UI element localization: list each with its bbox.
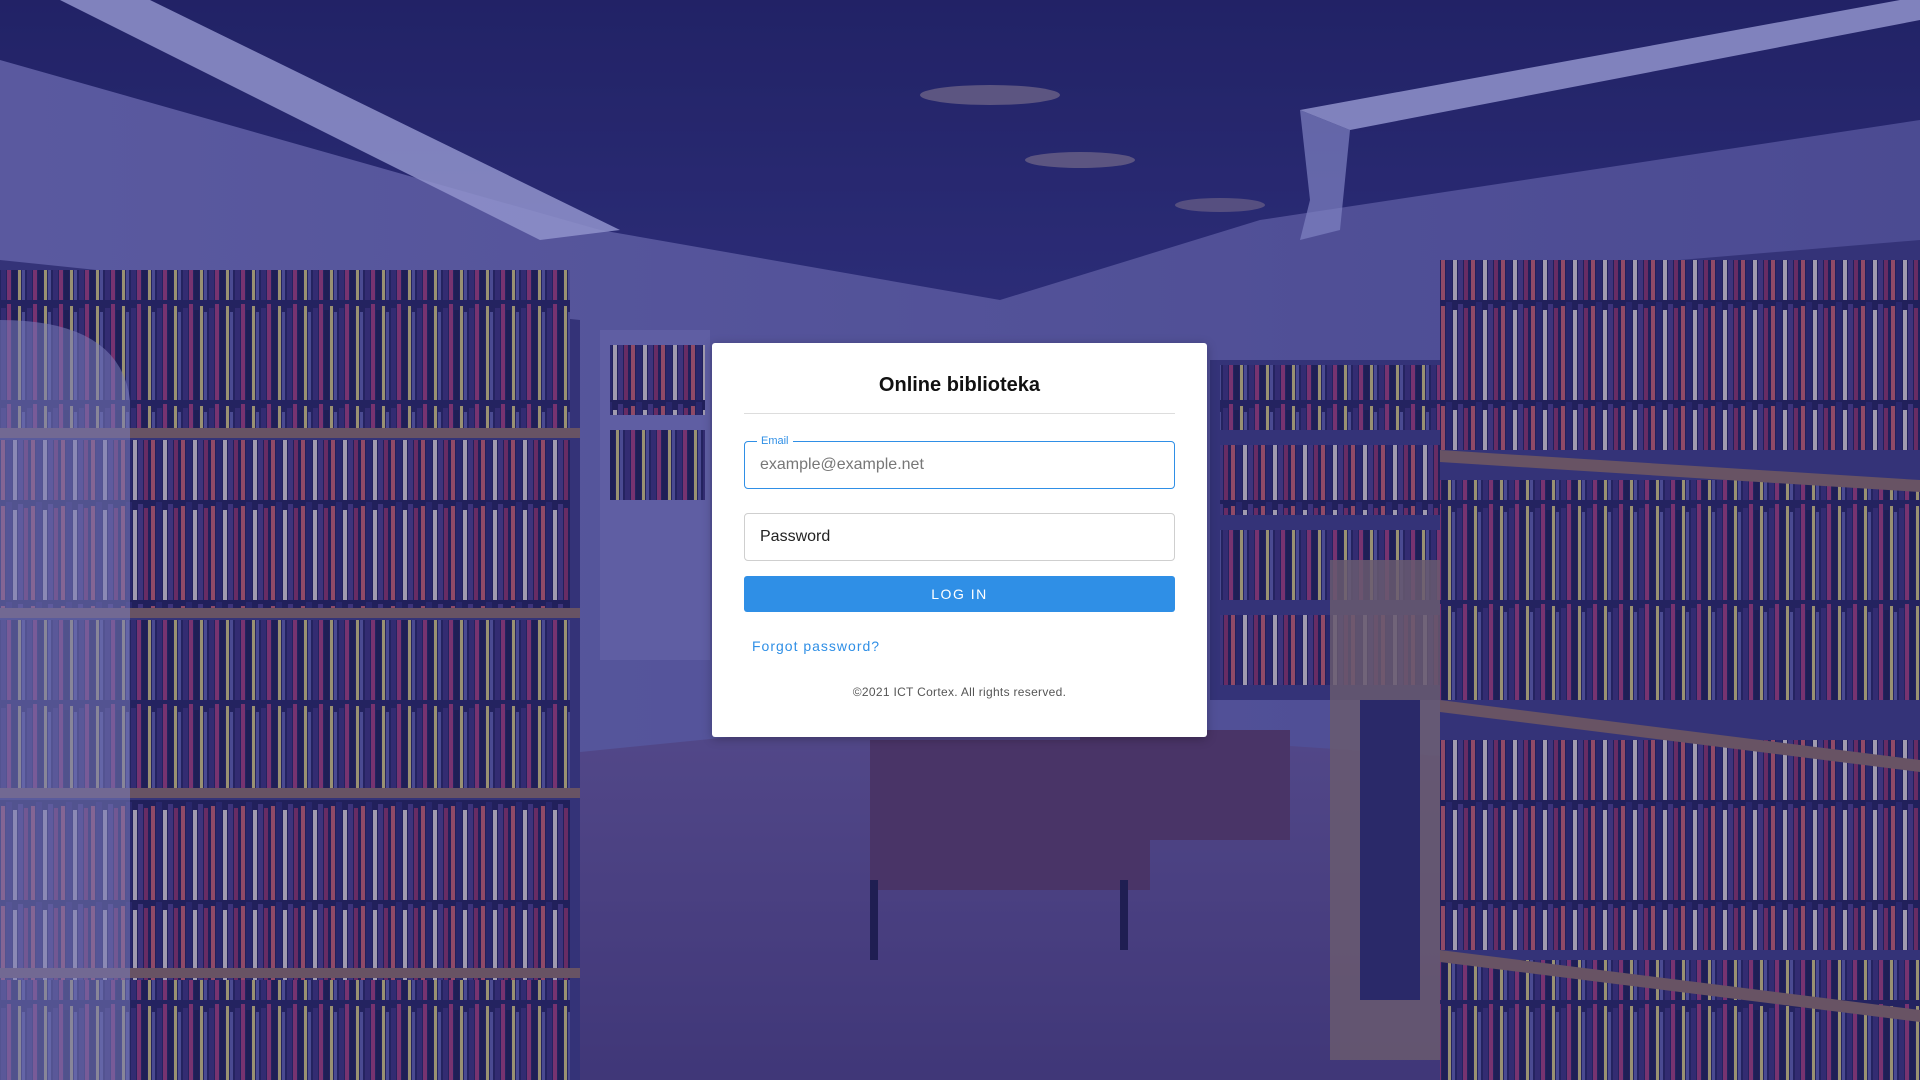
password-field bbox=[744, 513, 1175, 561]
card-title: Online biblioteka bbox=[878, 374, 1041, 396]
forgot-password-link[interactable]: Forgot password? bbox=[752, 638, 880, 654]
login-page: Online biblioteka Email LOG IN Forgot pa… bbox=[0, 0, 1920, 1080]
email-label: Email bbox=[757, 434, 793, 448]
divider bbox=[744, 413, 1175, 414]
password-input[interactable] bbox=[745, 514, 1174, 560]
email-input[interactable] bbox=[745, 442, 1174, 488]
copyright-footer: ©2021 ICT Cortex. All rights reserved. bbox=[852, 685, 1067, 699]
email-field: Email bbox=[744, 434, 1175, 489]
login-button[interactable]: LOG IN bbox=[744, 576, 1175, 612]
login-card: Online biblioteka Email LOG IN Forgot pa… bbox=[712, 343, 1207, 737]
